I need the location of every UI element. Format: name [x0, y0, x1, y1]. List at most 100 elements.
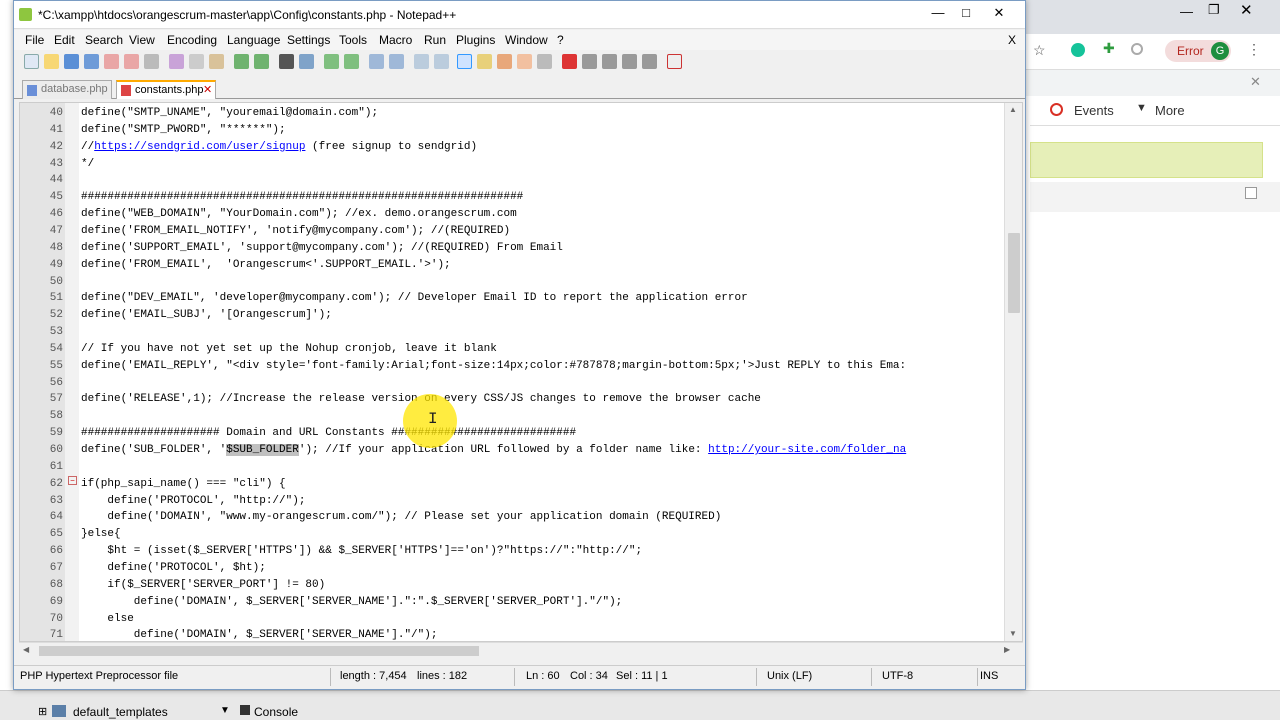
- menu-run[interactable]: Run: [424, 33, 446, 47]
- zoom-out-icon[interactable]: [344, 54, 359, 69]
- code-line[interactable]: define('SUPPORT_EMAIL', 'support@mycompa…: [81, 240, 563, 257]
- code-line[interactable]: define('FROM_EMAIL_NOTIFY', 'notify@myco…: [81, 223, 510, 240]
- play-multiple-icon[interactable]: [622, 54, 637, 69]
- code-line[interactable]: define('EMAIL_SUBJ', '[Orangescrum]');: [81, 307, 332, 324]
- console-tab[interactable]: Console: [254, 705, 298, 719]
- code-line[interactable]: define('DOMAIN', $_SERVER['SERVER_NAME']…: [81, 594, 623, 611]
- tab-constants-php[interactable]: constants.php ✕: [116, 80, 216, 99]
- horizontal-scrollbar[interactable]: ◀ ▶: [19, 642, 1023, 658]
- code-line[interactable]: ########################################…: [81, 189, 523, 206]
- code-line[interactable]: if($_SERVER['SERVER_PORT'] != 80): [81, 577, 325, 594]
- menu-edit[interactable]: Edit: [54, 33, 75, 47]
- show-all-chars-icon[interactable]: [434, 54, 449, 69]
- cut-icon[interactable]: [169, 54, 184, 69]
- maximize-button[interactable]: □: [955, 5, 977, 20]
- more-tab[interactable]: More: [1155, 103, 1185, 118]
- copy-icon[interactable]: [189, 54, 204, 69]
- menu-encoding[interactable]: Encoding: [167, 33, 217, 47]
- horizontal-scroll-thumb[interactable]: [39, 646, 479, 656]
- code-link[interactable]: http://your-site.com/folder_na: [708, 444, 906, 456]
- vertical-scrollbar[interactable]: ▲ ▼: [1004, 103, 1022, 641]
- code-line[interactable]: */: [81, 156, 94, 173]
- close-tab-icon[interactable]: ✕: [203, 83, 212, 96]
- grammarly-icon[interactable]: [1071, 43, 1085, 57]
- open-file-icon[interactable]: [44, 54, 59, 69]
- sync-vertical-icon[interactable]: [369, 54, 384, 69]
- code-line[interactable]: }else{: [81, 526, 121, 543]
- menu-settings[interactable]: Settings: [287, 33, 330, 47]
- code-line[interactable]: $ht = (isset($_SERVER['HTTPS']) && $_SER…: [81, 543, 642, 560]
- code-link[interactable]: https://sendgrid.com/user/signup: [94, 141, 305, 153]
- stop-macro-icon[interactable]: [582, 54, 597, 69]
- close-file-icon[interactable]: [104, 54, 119, 69]
- menu-plugins[interactable]: Plugins: [456, 33, 495, 47]
- scroll-right-icon[interactable]: ▶: [1004, 645, 1010, 654]
- events-tab[interactable]: Events: [1074, 103, 1114, 118]
- code-line[interactable]: define('EMAIL_REPLY', "<div style='font-…: [81, 358, 906, 375]
- chevron-down-icon[interactable]: ▼: [220, 705, 230, 716]
- default-templates-item[interactable]: default_templates: [73, 705, 168, 719]
- play-macro-icon[interactable]: [602, 54, 617, 69]
- code-line[interactable]: define('PROTOCOL', $ht);: [81, 560, 265, 577]
- close-icon[interactable]: ✕: [1250, 74, 1261, 90]
- zoom-in-icon[interactable]: [324, 54, 339, 69]
- save-all-icon[interactable]: [84, 54, 99, 69]
- save-icon[interactable]: [64, 54, 79, 69]
- code-line[interactable]: define("DEV_EMAIL", 'developer@mycompany…: [81, 290, 748, 307]
- circle-extension-icon[interactable]: [1131, 43, 1143, 55]
- code-line[interactable]: ##################### Domain and URL Con…: [81, 425, 576, 442]
- doc-map-icon[interactable]: [477, 54, 492, 69]
- record-macro-icon[interactable]: [562, 54, 577, 69]
- indent-guide-icon[interactable]: [457, 54, 472, 69]
- close-all-icon[interactable]: [124, 54, 139, 69]
- star-icon[interactable]: ☆: [1033, 42, 1046, 59]
- code-line[interactable]: define('PROTOCOL', "http://");: [81, 493, 305, 510]
- menu-search[interactable]: Search: [85, 33, 123, 47]
- spellcheck-icon[interactable]: [667, 54, 682, 69]
- monitor-icon[interactable]: [537, 54, 552, 69]
- code-line[interactable]: define("WEB_DOMAIN", "YourDomain.com"); …: [81, 206, 517, 223]
- code-line[interactable]: define("SMTP_PWORD", "******");: [81, 122, 286, 139]
- code-line[interactable]: define('SUB_FOLDER', '$SUB_FOLDER'); //I…: [81, 442, 906, 459]
- new-file-icon[interactable]: [24, 54, 39, 69]
- vertical-scroll-thumb[interactable]: [1008, 233, 1020, 313]
- code-line[interactable]: //https://sendgrid.com/user/signup (free…: [81, 139, 477, 156]
- browser-minimize-button[interactable]: —: [1180, 4, 1193, 19]
- browser-close-button[interactable]: ✕: [1240, 1, 1253, 19]
- menu-close-button[interactable]: X: [1008, 33, 1016, 47]
- fold-toggle-icon[interactable]: −: [68, 476, 77, 485]
- minimize-button[interactable]: —: [927, 5, 949, 20]
- browser-maximize-button[interactable]: ❐: [1208, 2, 1220, 18]
- menu-language[interactable]: Language: [227, 33, 280, 47]
- menu-help[interactable]: ?: [557, 33, 564, 47]
- folder-workspace-icon[interactable]: [517, 54, 532, 69]
- menu-tools[interactable]: Tools: [339, 33, 367, 47]
- function-list-icon[interactable]: [497, 54, 512, 69]
- scroll-down-icon[interactable]: ▼: [1009, 629, 1017, 638]
- close-button[interactable]: ✕: [988, 5, 1010, 21]
- tab-database-php[interactable]: database.php: [22, 80, 112, 99]
- scroll-left-icon[interactable]: ◀: [23, 645, 29, 654]
- code-editor[interactable]: 40 41 42 43 44 45 46 47 48 49 50 51 52 53 54 55 56 57 58 59…: [19, 102, 1023, 642]
- print-icon[interactable]: [144, 54, 159, 69]
- avatar[interactable]: G: [1211, 42, 1229, 60]
- error-label[interactable]: Error: [1177, 44, 1204, 58]
- kebab-menu-icon[interactable]: ⋮: [1247, 41, 1261, 58]
- word-wrap-icon[interactable]: [414, 54, 429, 69]
- expand-icon[interactable]: ⊞: [38, 705, 47, 718]
- paste-icon[interactable]: [209, 54, 224, 69]
- code-line[interactable]: if(php_sapi_name() === "cli") {: [81, 476, 286, 493]
- find-icon[interactable]: [279, 54, 294, 69]
- code-line[interactable]: define("SMTP_UNAME", "youremail@domain.c…: [81, 105, 378, 122]
- extension-icon[interactable]: ✚: [1103, 40, 1115, 57]
- code-line[interactable]: define('DOMAIN', "www.my-orangescrum.com…: [81, 509, 721, 526]
- menu-file[interactable]: File: [25, 33, 44, 47]
- undo-icon[interactable]: [234, 54, 249, 69]
- code-line[interactable]: define('FROM_EMAIL', 'Orangescrum<'.SUPP…: [81, 257, 451, 274]
- menu-window[interactable]: Window: [505, 33, 548, 47]
- save-macro-icon[interactable]: [642, 54, 657, 69]
- scroll-up-icon[interactable]: ▲: [1009, 105, 1017, 114]
- code-line[interactable]: // If you have not yet set up the Nohup …: [81, 341, 497, 358]
- redo-icon[interactable]: [254, 54, 269, 69]
- code-line[interactable]: else: [81, 611, 133, 628]
